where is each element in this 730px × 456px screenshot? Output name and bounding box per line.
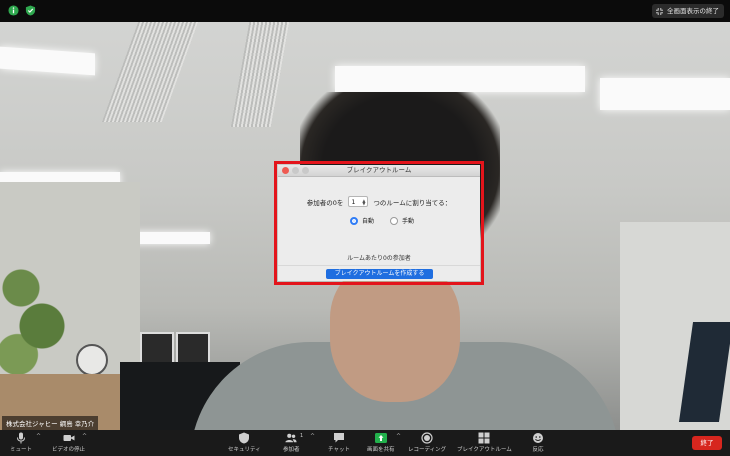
security-button[interactable]: セキュリティ: [228, 432, 261, 453]
exit-fullscreen-label: 全画面表示の終了: [667, 7, 719, 15]
breakout-rooms-dialog: ブレイクアウトルーム 参加者の0を 1 ▲ ▼ つのルームに割り当てる： 自動 手…: [278, 165, 480, 281]
record-icon: [421, 432, 433, 444]
picture-frame: [140, 332, 174, 364]
security-shield-icon: [239, 432, 250, 444]
participants-icon: [285, 433, 297, 443]
create-breakout-rooms-button[interactable]: ブレイクアウトルームを作成する: [326, 269, 433, 279]
encryption-shield-icon[interactable]: [25, 5, 36, 16]
manual-radio[interactable]: 手動: [390, 216, 414, 225]
assign-prefix: 参加者の0を: [306, 198, 344, 207]
chat-bubble-icon: [333, 433, 344, 443]
radio-selected-icon[interactable]: [350, 216, 358, 225]
reactions-button[interactable]: 反応: [532, 432, 544, 453]
participants-per-room-text: ルームあたり0の参加者: [347, 255, 411, 262]
video-options-chevron-icon[interactable]: ^: [82, 433, 87, 440]
participant-name-tag: 株式会社ジャヒー 綱島 幸乃介: [2, 416, 99, 430]
meeting-toolbar: ミュート ^ ビデオの停止 ^ セキュリティ 参加者 1 ^ チャット 画面を共…: [0, 430, 730, 456]
exit-fullscreen-button[interactable]: 全画面表示の終了: [652, 4, 724, 18]
share-screen-icon: [374, 433, 387, 443]
video-camera-icon: [63, 435, 74, 441]
breakout-rooms-button[interactable]: ブレイクアウトルーム: [457, 432, 512, 453]
assign-row: 参加者の0を 1 ▲ ▼ つのルームに割り当てる：: [278, 196, 480, 207]
stop-video-button[interactable]: ビデオの停止: [52, 432, 85, 453]
breakout-rooms-icon: [478, 432, 490, 444]
mute-button[interactable]: ミュート: [10, 432, 32, 453]
participants-button[interactable]: 参加者: [283, 432, 300, 453]
reactions-label: 反応: [532, 447, 544, 453]
stepper-arrows-icon[interactable]: ▲ ▼: [362, 198, 365, 205]
ceiling-light: [335, 66, 585, 92]
dialog-title: ブレイクアウトルーム: [346, 166, 412, 174]
top-bar: 全画面表示の終了: [0, 0, 730, 22]
meeting-info-icon[interactable]: [8, 5, 19, 16]
wall-clock: [76, 344, 108, 376]
dialog-divider: [278, 265, 480, 266]
minimize-window-button[interactable]: [292, 167, 299, 174]
chat-label: チャット: [328, 447, 350, 453]
auto-label: 自動: [362, 218, 375, 225]
record-label: レコーディング: [408, 447, 447, 453]
record-button[interactable]: レコーディング: [408, 432, 446, 453]
exit-fullscreen-icon: [656, 7, 663, 15]
audio-options-chevron-icon[interactable]: ^: [36, 433, 41, 440]
auto-radio[interactable]: 自動: [350, 216, 374, 225]
manual-label: 手動: [402, 218, 415, 225]
end-meeting-button[interactable]: 終了: [692, 436, 722, 450]
air-vent: [230, 22, 290, 127]
picture-frame: [176, 332, 210, 364]
ceiling-light: [0, 46, 95, 76]
ceiling-light: [600, 78, 730, 110]
room-count-value: 1: [351, 197, 356, 206]
microphone-icon: [17, 432, 25, 444]
close-window-button[interactable]: [282, 167, 289, 174]
dialog-titlebar: ブレイクアウトルーム: [278, 165, 480, 177]
participants-chevron-icon[interactable]: ^: [310, 433, 315, 440]
mute-label: ミュート: [10, 447, 33, 453]
share-screen-button[interactable]: 画面を共有: [367, 432, 395, 453]
maximize-window-button[interactable]: [302, 167, 309, 174]
participants-count: 1: [300, 433, 304, 439]
security-label: セキュリティ: [228, 447, 261, 453]
share-screen-label: 画面を共有: [367, 447, 395, 453]
share-options-chevron-icon[interactable]: ^: [396, 433, 401, 440]
chat-button[interactable]: チャット: [328, 432, 350, 453]
assign-suffix: つのルームに割り当てる：: [373, 198, 452, 207]
participants-label: 参加者: [283, 447, 300, 453]
air-vent: [101, 22, 199, 122]
breakout-rooms-label: ブレイクアウトルーム: [457, 447, 512, 453]
room-count-stepper[interactable]: 1 ▲ ▼: [348, 196, 369, 207]
assign-mode-group: 自動 手動: [350, 216, 414, 225]
radio-unselected-icon[interactable]: [390, 216, 399, 225]
smiley-icon: [533, 433, 543, 443]
stop-video-label: ビデオの停止: [52, 447, 86, 453]
